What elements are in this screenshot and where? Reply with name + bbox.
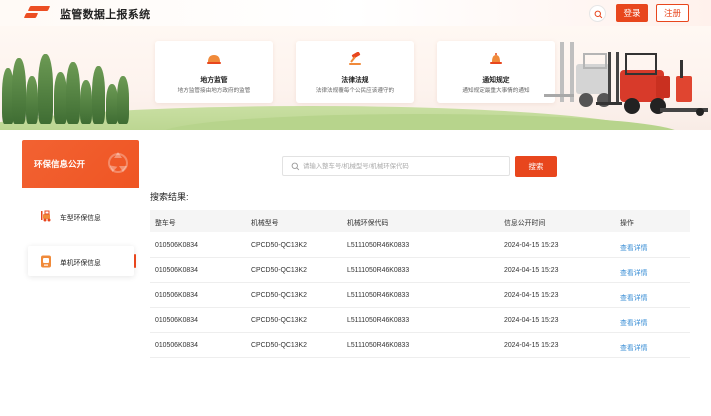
feature-desc: 地方监管接由地方政府的监管 [177, 88, 251, 94]
tree-decoration [26, 76, 38, 124]
vehicle-number-cell: 010506K0834 [155, 317, 198, 324]
table-row: 010506K0834 CPCD50-QC13K2 L5111050R46K08… [150, 283, 690, 308]
view-details-link[interactable]: 查看详情 [620, 242, 648, 252]
sidebar-item-vehicle-env-info[interactable]: 车型环保信息 [28, 201, 134, 231]
tree-decoration [38, 54, 53, 124]
register-button[interactable]: 注册 [656, 4, 689, 22]
tree-decoration [80, 80, 92, 124]
view-details-link[interactable]: 查看详情 [620, 342, 648, 352]
feature-desc: 法律法规覆每个公民应该遵守的 [315, 88, 395, 94]
search-field[interactable] [282, 156, 510, 176]
search-input[interactable] [303, 159, 503, 174]
machine-model-cell: CPCD50-QC13K2 [251, 242, 307, 249]
feature-desc: 通知规定最重大事情的通知 [462, 88, 530, 94]
tree-decoration [66, 62, 80, 124]
login-button[interactable]: 登录 [616, 4, 648, 22]
tree-decoration [92, 66, 105, 124]
publish-time-cell: 2024-04-15 15:23 [504, 267, 559, 274]
gavel-icon [349, 52, 361, 65]
table-row: 010506K0834 CPCD50-QC13K2 L5111050R46K08… [150, 233, 690, 258]
tree-decoration [12, 58, 26, 124]
env-code-cell: L5111050R46K0833 [347, 317, 410, 324]
tree-decoration [117, 76, 129, 124]
vehicle-number-cell: 010506K0834 [155, 342, 198, 349]
bell-icon [490, 53, 502, 64]
recycle-icon [108, 152, 128, 173]
search-button[interactable]: 搜索 [515, 156, 557, 177]
column-header: 机械型号 [251, 220, 279, 227]
vehicle-number-cell: 010506K0834 [155, 242, 198, 249]
sidebar-item-device-env-info[interactable]: 单机环保信息 [28, 246, 136, 276]
feature-title: 通知规定 [482, 77, 510, 84]
feature-card-laws[interactable]: 法律法规 法律法规覆每个公民应该遵守的 [296, 41, 414, 103]
machine-model-cell: CPCD50-QC13K2 [251, 292, 307, 299]
top-header: 监管数据上报系统 登录 注册 [0, 0, 711, 26]
results-title: 搜索结果: [150, 192, 189, 202]
column-header: 操作 [620, 220, 634, 227]
vehicle-number-cell: 010506K0834 [155, 292, 198, 299]
header-search-button[interactable] [589, 5, 606, 22]
feature-title: 地方监管 [200, 77, 228, 84]
column-header: 信息公开时间 [504, 220, 546, 227]
device-icon [41, 255, 51, 268]
logo [23, 6, 51, 19]
publish-time-cell: 2024-04-15 15:23 [504, 292, 559, 299]
publish-time-cell: 2024-04-15 15:23 [504, 342, 559, 349]
helmet-icon [207, 55, 221, 64]
publish-time-cell: 2024-04-15 15:23 [504, 242, 559, 249]
env-code-cell: L5111050R46K0833 [347, 267, 410, 274]
publish-time-cell: 2024-04-15 15:23 [504, 317, 559, 324]
feature-card-local-supervision[interactable]: 地方监管 地方监管接由地方政府的监管 [155, 41, 273, 103]
machine-model-cell: CPCD50-QC13K2 [251, 267, 307, 274]
forklift-icon [41, 210, 51, 222]
view-details-link[interactable]: 查看详情 [620, 267, 648, 277]
table-row: 010506K0834 CPCD50-QC13K2 L5111050R46K08… [150, 333, 690, 358]
sidebar-item-label: 车型环保信息 [60, 215, 101, 222]
sidebar-item-label: 单机环保信息 [60, 260, 101, 267]
search-icon [594, 10, 603, 19]
env-code-cell: L5111050R46K0833 [347, 342, 410, 349]
forklift-illustration [544, 42, 708, 116]
sidebar-header-label: 环保信息公开 [34, 159, 86, 169]
table-header: 整车号 机械型号 机械环保代码 信息公开时间 操作 [150, 210, 690, 232]
feature-card-notices[interactable]: 通知规定 通知规定最重大事情的通知 [437, 41, 555, 103]
search-icon [291, 162, 300, 171]
machine-model-cell: CPCD50-QC13K2 [251, 317, 307, 324]
view-details-link[interactable]: 查看详情 [620, 292, 648, 302]
sidebar-header: 环保信息公开 [22, 140, 139, 188]
feature-title: 法律法规 [341, 77, 369, 84]
vehicle-number-cell: 010506K0834 [155, 267, 198, 274]
view-details-link[interactable]: 查看详情 [620, 317, 648, 327]
app-title: 监管数据上报系统 [60, 9, 151, 21]
machine-model-cell: CPCD50-QC13K2 [251, 342, 307, 349]
table-row: 010506K0834 CPCD50-QC13K2 L5111050R46K08… [150, 258, 690, 283]
column-header: 机械环保代码 [347, 220, 389, 227]
env-code-cell: L5111050R46K0833 [347, 292, 410, 299]
table-row: 010506K0834 CPCD50-QC13K2 L5111050R46K08… [150, 308, 690, 333]
column-header: 整车号 [155, 220, 176, 227]
env-code-cell: L5111050R46K0833 [347, 242, 410, 249]
sidebar: 环保信息公开 车型环保信息 单机环保信息 [22, 140, 139, 280]
